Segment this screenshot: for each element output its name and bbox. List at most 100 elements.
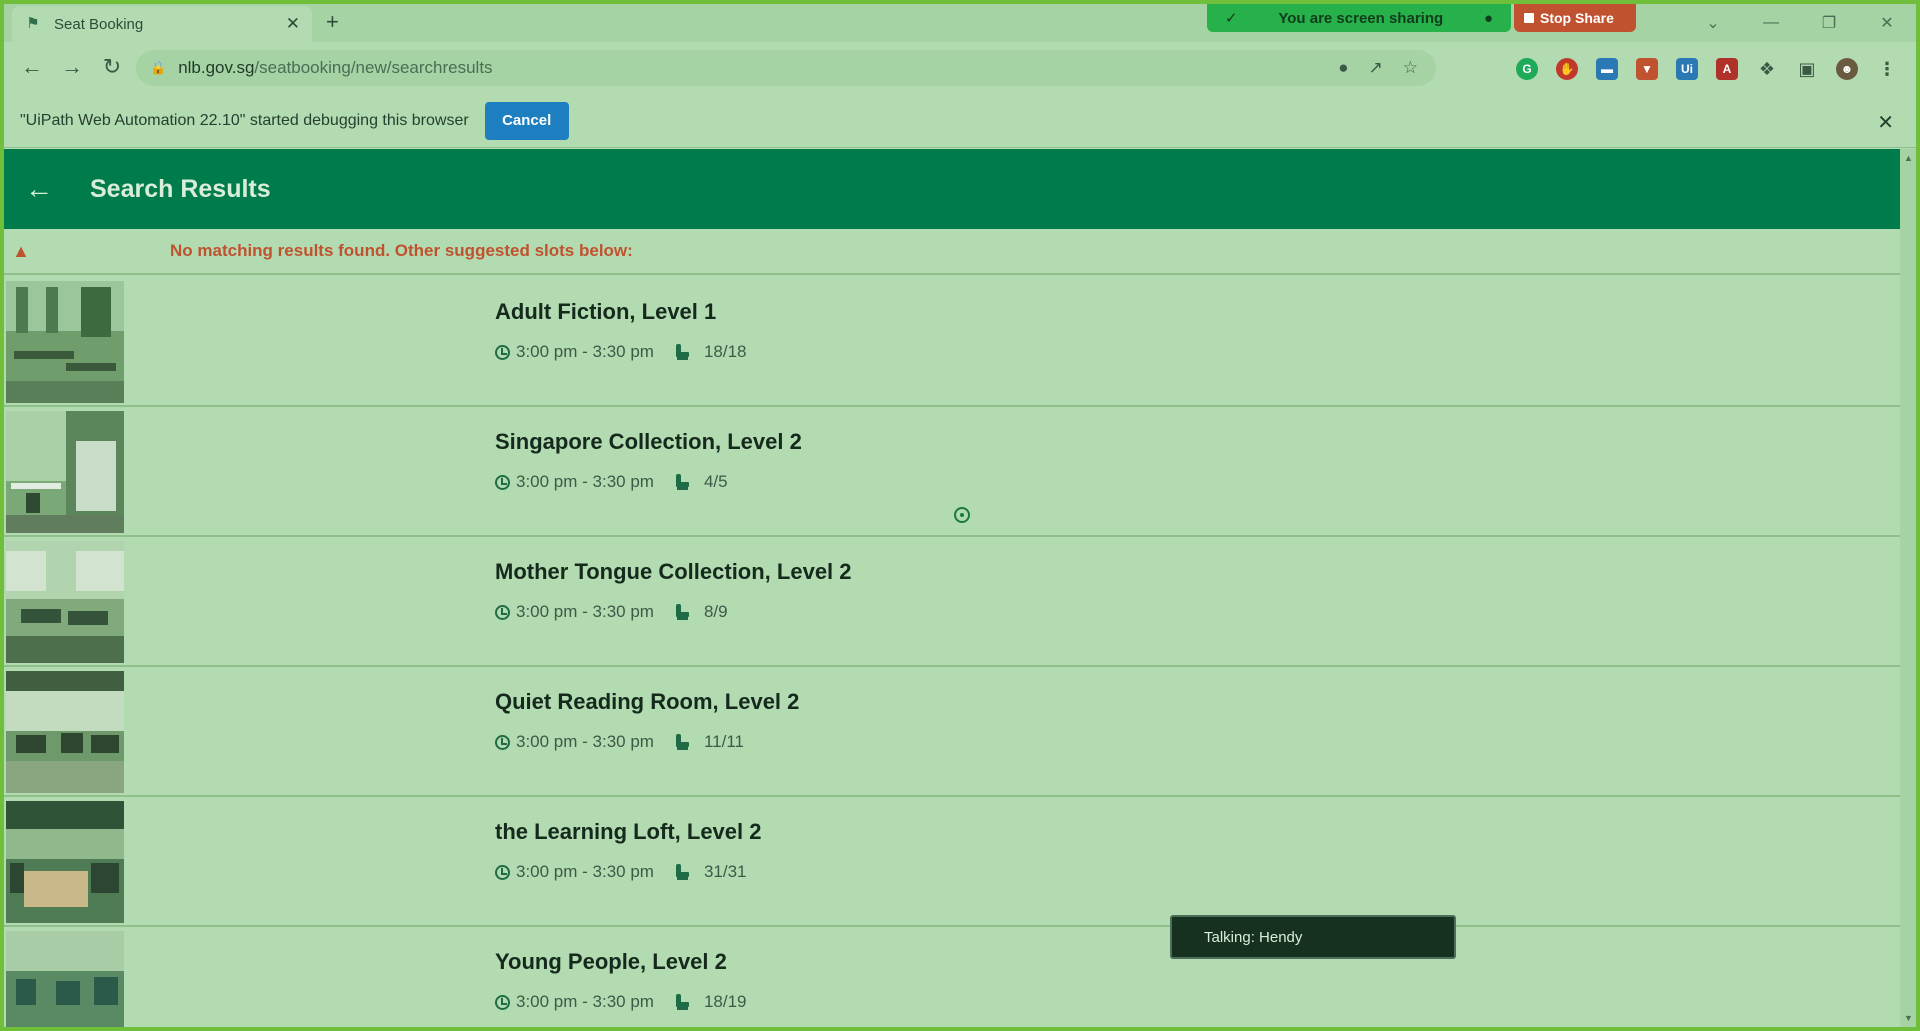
room-name: Adult Fiction, Level 1 — [495, 299, 717, 324]
result-item[interactable]: Young People, Level 2 3:00 pm - 3:30 pm … — [4, 927, 1900, 1027]
reload-icon[interactable]: ↻ — [98, 54, 126, 80]
room-name: the Learning Loft, Level 2 — [495, 819, 762, 844]
lock-icon[interactable]: 🔒 — [150, 60, 166, 76]
seat-icon — [674, 474, 690, 490]
seat-count: 4/5 — [703, 472, 728, 491]
feather-icon: ✓ — [1225, 10, 1238, 27]
clock-icon — [495, 344, 510, 360]
room-photo — [6, 671, 124, 793]
clock-icon — [495, 994, 510, 1010]
close-icon[interactable]: ✕ — [286, 14, 300, 34]
forward-icon[interactable]: → — [58, 54, 86, 80]
tab-seat-booking[interactable]: ⚑ Seat Booking ✕ — [12, 6, 312, 42]
uipath-icon[interactable]: Ui — [1676, 58, 1698, 80]
room-name: Singapore Collection, Level 2 — [495, 429, 802, 454]
avatar[interactable]: ☻ — [1836, 58, 1858, 80]
grammarly-icon[interactable]: G — [1516, 58, 1538, 80]
back-icon[interactable]: ← — [18, 54, 46, 80]
time-slot: 3:00 pm - 3:30 pm — [516, 472, 654, 491]
result-item[interactable]: Quiet Reading Room, Level 2 3:00 pm - 3:… — [4, 667, 1900, 797]
seat-icon — [674, 864, 690, 880]
warning-icon: ▲ — [12, 240, 30, 261]
extension-blue-icon[interactable]: ▬ — [1596, 58, 1618, 80]
clock-icon — [495, 864, 510, 880]
seat-count: 8/9 — [703, 602, 728, 621]
slot-meta: 3:00 pm - 3:30 pm 18/18 — [495, 342, 747, 362]
result-item[interactable]: Mother Tongue Collection, Level 2 3:00 p… — [4, 537, 1900, 667]
stop-share-label: Stop Share — [1540, 10, 1614, 26]
shield-icon: ● — [1483, 9, 1493, 27]
result-item[interactable]: Singapore Collection, Level 2 3:00 pm - … — [4, 407, 1900, 537]
chevron-down-icon[interactable]: ⌄ — [1684, 13, 1742, 33]
vertical-scrollbar[interactable]: ▲ ▼ — [1900, 149, 1916, 1027]
nlb-favicon-icon: ⚑ — [26, 15, 40, 32]
seat-count: 11/11 — [703, 732, 744, 751]
seat-icon — [674, 344, 690, 360]
location-pin-icon[interactable]: ● — [1338, 58, 1348, 78]
close-icon[interactable]: ✕ — [1877, 110, 1894, 135]
room-photo — [6, 931, 124, 1027]
url-path: /seatbooking/new/searchresults — [254, 58, 493, 77]
scroll-down-icon[interactable]: ▼ — [1904, 1013, 1913, 1023]
pocket-icon[interactable]: ▼ — [1636, 58, 1658, 80]
time-slot: 3:00 pm - 3:30 pm — [516, 602, 654, 621]
seat-icon — [674, 604, 690, 620]
no-results-warning: ▲ No matching results found. Other sugge… — [4, 229, 1900, 275]
clock-icon — [495, 734, 510, 750]
scroll-up-icon[interactable]: ▲ — [1904, 153, 1913, 163]
seat-count: 31/31 — [703, 862, 747, 881]
result-item[interactable]: Adult Fiction, Level 1 3:00 pm - 3:30 pm… — [4, 277, 1900, 407]
tab-strip: ⚑ Seat Booking ✕ + ✓ You are screen shar… — [4, 4, 1916, 42]
warning-text: No matching results found. Other suggest… — [170, 241, 633, 260]
address-bar[interactable]: 🔒 nlb.gov.sg/seatbooking/new/searchresul… — [136, 50, 1436, 86]
extensions-area: G ✋ ▬ ▼ Ui A ❖ ▣ ☻ ⋮ — [1516, 58, 1898, 80]
side-panel-icon[interactable]: ▣ — [1796, 58, 1818, 80]
new-tab-icon[interactable]: + — [326, 11, 339, 33]
puzzle-icon[interactable]: ❖ — [1756, 58, 1778, 80]
room-name: Quiet Reading Room, Level 2 — [495, 689, 800, 714]
room-photo — [6, 411, 124, 533]
minimize-icon[interactable]: — — [1742, 14, 1800, 32]
seat-icon — [674, 994, 690, 1010]
time-slot: 3:00 pm - 3:30 pm — [516, 862, 654, 881]
slot-meta: 3:00 pm - 3:30 pm 31/31 — [495, 862, 747, 882]
adblock-icon[interactable]: ✋ — [1556, 58, 1578, 80]
omnibox-actions: ● ↗ ☆ — [1338, 58, 1418, 78]
tab-title: Seat Booking — [54, 15, 144, 33]
clock-icon — [495, 604, 510, 620]
room-photo — [6, 801, 124, 923]
debug-infobar: "UiPath Web Automation 22.10" started de… — [4, 94, 1916, 148]
close-window-icon[interactable]: ✕ — [1858, 13, 1916, 33]
stop-icon — [1524, 13, 1534, 23]
pdf-icon[interactable]: A — [1716, 58, 1738, 80]
seat-count: 18/18 — [703, 342, 747, 361]
screen-share-indicator: ✓ You are screen sharing ● — [1207, 4, 1511, 32]
room-name: Young People, Level 2 — [495, 949, 727, 974]
star-icon[interactable]: ☆ — [1403, 58, 1418, 78]
app-header: ← Search Results — [4, 149, 1900, 229]
time-slot: 3:00 pm - 3:30 pm — [516, 342, 654, 361]
toast-text: Talking: Hendy — [1204, 928, 1303, 946]
cancel-button[interactable]: Cancel — [484, 101, 569, 140]
room-photo — [6, 541, 124, 663]
back-arrow-icon[interactable]: ← — [4, 173, 74, 205]
slot-meta: 3:00 pm - 3:30 pm 4/5 — [495, 472, 728, 492]
clock-icon — [495, 474, 510, 490]
restore-icon[interactable]: ❐ — [1800, 13, 1858, 33]
share-page-icon[interactable]: ↗ — [1369, 58, 1383, 78]
url-host: nlb.gov.sg — [178, 58, 255, 77]
browser-toolbar: ← → ↻ 🔒 nlb.gov.sg/seatbooking/new/searc… — [4, 42, 1916, 94]
browser-window: ⚑ Seat Booking ✕ + ✓ You are screen shar… — [4, 4, 1916, 1027]
crosshair-cursor-icon — [954, 507, 970, 523]
debug-message: "UiPath Web Automation 22.10" started de… — [20, 111, 469, 129]
results-list: Adult Fiction, Level 1 3:00 pm - 3:30 pm… — [4, 277, 1900, 1027]
stop-share-button[interactable]: Stop Share — [1514, 4, 1636, 32]
share-text: You are screen sharing — [1278, 9, 1444, 27]
result-item[interactable]: the Learning Loft, Level 2 3:00 pm - 3:3… — [4, 797, 1900, 927]
time-slot: 3:00 pm - 3:30 pm — [516, 992, 654, 1011]
menu-dots-icon[interactable]: ⋮ — [1876, 58, 1898, 80]
url-text: nlb.gov.sg/seatbooking/new/searchresults — [178, 58, 492, 78]
slot-meta: 3:00 pm - 3:30 pm 18/19 — [495, 992, 747, 1012]
slot-meta: 3:00 pm - 3:30 pm 11/11 — [495, 732, 744, 752]
page-title: Search Results — [90, 174, 271, 203]
